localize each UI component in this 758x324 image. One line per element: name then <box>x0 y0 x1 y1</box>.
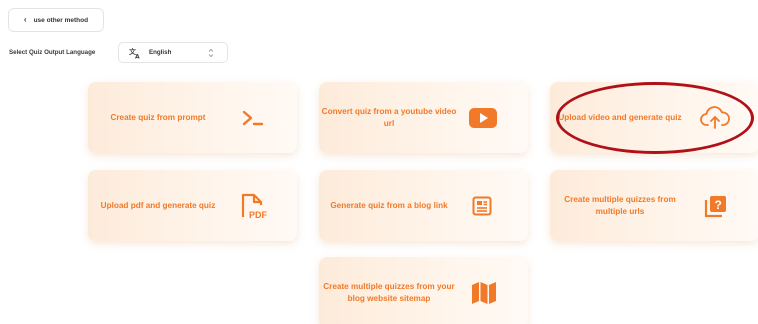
pdf-icon-text: PDF <box>249 210 268 220</box>
question-mark-text: ? <box>715 198 722 212</box>
back-button-label: use other method <box>33 16 89 24</box>
card-title: Create multiple quizzes from multiple ur… <box>564 194 676 216</box>
chevron-left-icon: ‹ <box>23 15 27 24</box>
map-icon <box>472 281 496 304</box>
convert-quiz-from-youtube-card[interactable]: Convert quiz from a youtube video url <box>319 82 528 153</box>
pdf-file-icon: PDF <box>241 193 268 220</box>
svg-text:A: A <box>135 53 140 59</box>
upload-video-card[interactable]: Upload video and generate quiz <box>550 82 758 153</box>
generate-quiz-from-blog-link-card[interactable]: Generate quiz from a blog link <box>319 170 528 241</box>
card-title: Upload video and generate quiz <box>558 112 682 122</box>
page-root: ‹ use other method Select Quiz Output La… <box>0 0 758 324</box>
chevron-updown-icon <box>208 48 214 58</box>
translate-icon: 文 A <box>129 47 140 59</box>
cloud-upload-icon <box>700 105 730 129</box>
card-title: Upload pdf and generate quiz <box>100 200 216 210</box>
use-other-method-button[interactable]: ‹ use other method <box>8 8 104 32</box>
create-multiple-quizzes-from-sitemap-card[interactable]: Create multiple quizzes from your blog w… <box>319 257 528 324</box>
language-select[interactable]: 文 A English <box>118 42 228 63</box>
create-quiz-from-prompt-card[interactable]: Create quiz from prompt <box>88 82 297 153</box>
article-icon <box>472 196 492 215</box>
youtube-play-icon <box>469 107 497 128</box>
question-stack-icon: ? <box>704 195 726 217</box>
card-title: Convert quiz from a youtube video url <box>321 106 457 128</box>
language-label: Select Quiz Output Language <box>9 49 96 56</box>
language-selected-value: English <box>149 49 172 56</box>
create-multiple-quizzes-from-urls-card[interactable]: Create multiple quizzes from multiple ur… <box>550 170 758 241</box>
card-title: Generate quiz from a blog link <box>330 200 448 210</box>
upload-pdf-card[interactable]: Upload pdf and generate quiz PDF <box>88 170 297 241</box>
card-title: Create quiz from prompt <box>110 112 206 122</box>
terminal-prompt-icon <box>242 110 264 125</box>
card-title: Create multiple quizzes from your blog w… <box>323 281 455 303</box>
